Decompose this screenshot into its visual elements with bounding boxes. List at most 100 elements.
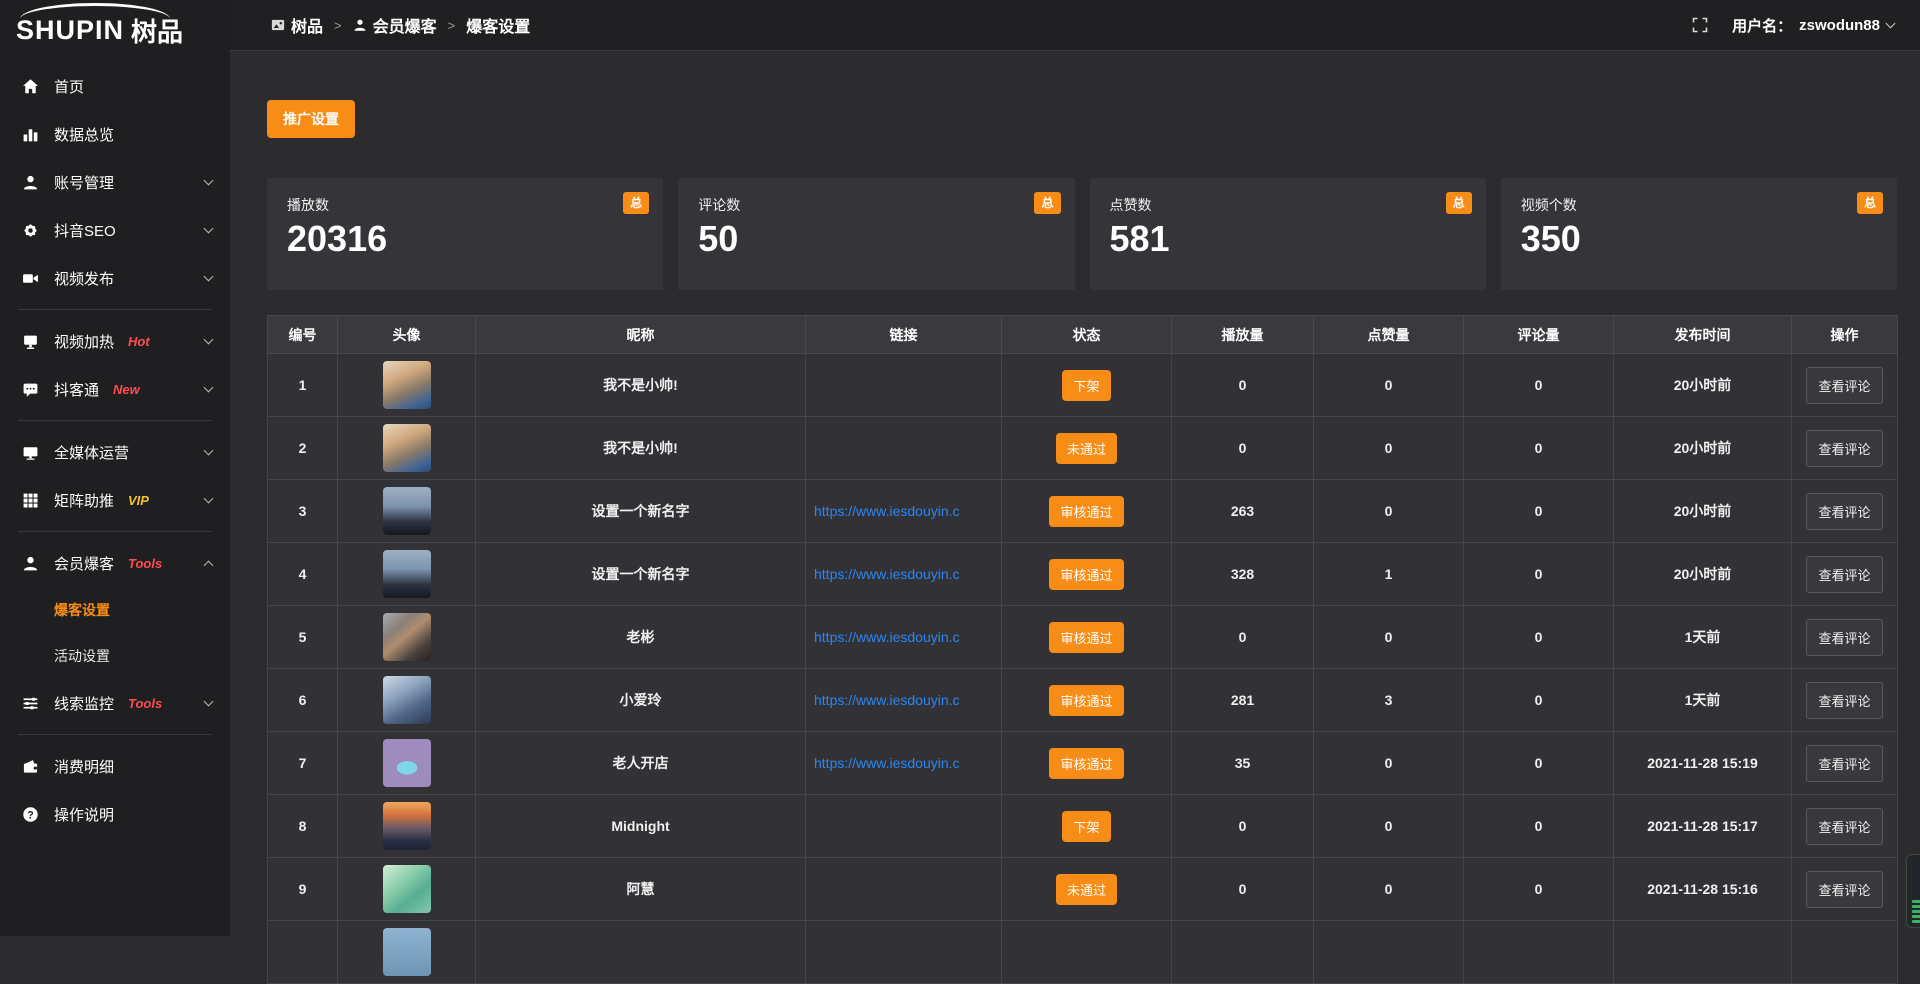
cell-id: 3	[268, 480, 338, 543]
stat-label: 点赞数	[1110, 195, 1466, 215]
status-badge: 审核通过	[1049, 748, 1123, 779]
profile-link[interactable]: https://www.iesdouyin.c	[814, 629, 999, 645]
sidebar-menu: 首页数据总览账号管理抖音SEO视频发布视频加热Hot抖客通New全媒体运营矩阵助…	[0, 52, 230, 838]
cell-comments: 0	[1464, 858, 1614, 921]
fullscreen-icon[interactable]	[1692, 17, 1708, 33]
column-header-点赞量: 点赞量	[1314, 316, 1464, 354]
view-comments-button[interactable]: 查看评论	[1806, 871, 1882, 908]
sidebar-item-label: 矩阵助推	[54, 490, 114, 511]
sidebar-item-线索监控[interactable]: 线索监控Tools	[0, 679, 230, 727]
sidebar-subitem-爆客设置[interactable]: 爆客设置	[0, 587, 230, 633]
wallet-icon	[22, 758, 39, 775]
sidebar-item-会员爆客[interactable]: 会员爆客Tools	[0, 539, 230, 587]
cell-likes: 0	[1314, 480, 1464, 543]
sidebar-item-抖音SEO[interactable]: 抖音SEO	[0, 206, 230, 254]
breadcrumb-item-爆客设置: 爆客设置	[466, 13, 530, 37]
stat-label: 播放数	[287, 195, 643, 215]
profile-link[interactable]: https://www.iesdouyin.c	[814, 755, 999, 771]
stat-card-视频个数: 视频个数350总	[1501, 178, 1897, 290]
screen-hot-icon	[22, 333, 39, 350]
cell-plays: 0	[1172, 606, 1314, 669]
cell-action: 查看评论	[1792, 417, 1898, 480]
cell-link: https://www.iesdouyin.c	[806, 480, 1002, 543]
sidebar-item-视频加热[interactable]: 视频加热 Hot	[0, 317, 230, 365]
view-comments-button[interactable]: 查看评论	[1806, 745, 1882, 782]
breadcrumb-item-会员爆客[interactable]: 会员爆客	[353, 13, 437, 37]
cell-nickname: 我不是小帅!	[476, 354, 806, 417]
sidebar-item-label: 视频加热	[54, 331, 114, 352]
status-badge: 审核通过	[1049, 559, 1123, 590]
stat-total-badge: 总	[1446, 192, 1472, 214]
chevron-down-icon	[204, 335, 214, 345]
table-row: 5老彬https://www.iesdouyin.c审核通过0001天前查看评论	[268, 606, 1898, 669]
sidebar-item-label: 首页	[54, 76, 84, 97]
topbar: 树品>会员爆客>爆客设置 用户名：zswodun88	[230, 0, 1920, 51]
profile-link[interactable]: https://www.iesdouyin.c	[814, 566, 999, 582]
table-row: 7老人开店https://www.iesdouyin.c审核通过35002021…	[268, 732, 1898, 795]
column-header-播放量: 播放量	[1172, 316, 1314, 354]
sidebar: SHUPIN 树品 首页数据总览账号管理抖音SEO视频发布视频加热 Hot 抖客通N…	[0, 0, 230, 936]
signal-bar	[1912, 915, 1920, 918]
cell-action: 查看评论	[1792, 858, 1898, 921]
sidebar-item-矩阵助推[interactable]: 矩阵助推VIP	[0, 476, 230, 524]
accounts-table: 编号头像昵称链接状态播放量点赞量评论量发布时间操作 1我不是小帅!下架00020…	[267, 315, 1898, 984]
signal-bar	[1912, 920, 1920, 923]
cell-nickname: 设置一个新名字	[476, 543, 806, 606]
menu-divider	[18, 734, 212, 735]
sidebar-item-视频发布[interactable]: 视频发布	[0, 254, 230, 302]
cell-action: 查看评论	[1792, 606, 1898, 669]
cell-time: 2021-11-28 15:17	[1614, 795, 1792, 858]
view-comments-button[interactable]: 查看评论	[1806, 808, 1882, 845]
view-comments-button[interactable]: 查看评论	[1806, 430, 1882, 467]
profile-link[interactable]: https://www.iesdouyin.c	[814, 692, 999, 708]
cell-link	[806, 354, 1002, 417]
breadcrumb-separator: >	[334, 18, 342, 33]
sidebar-item-label: 操作说明	[54, 804, 114, 825]
video-camera-icon	[22, 270, 39, 287]
view-comments-button[interactable]: 查看评论	[1806, 556, 1882, 593]
cell-plays: 0	[1172, 417, 1314, 480]
breadcrumb-item-树品[interactable]: 树品	[271, 13, 323, 37]
cell-comments: 0	[1464, 480, 1614, 543]
sidebar-subitem-活动设置[interactable]: 活动设置	[0, 633, 230, 679]
chevron-down-icon	[204, 383, 214, 393]
cell-id: 2	[268, 417, 338, 480]
member-icon	[22, 555, 39, 572]
floating-widget[interactable]	[1906, 854, 1920, 928]
stat-value: 20316	[287, 218, 643, 260]
sidebar-item-账号管理[interactable]: 账号管理	[0, 158, 230, 206]
sidebar-item-抖客通[interactable]: 抖客通New	[0, 365, 230, 413]
sidebar-item-全媒体运营[interactable]: 全媒体运营	[0, 428, 230, 476]
cell-avatar	[338, 858, 476, 921]
cell-likes: 3	[1314, 669, 1464, 732]
topbar-right: 用户名：zswodun88	[1692, 15, 1894, 36]
cell-action: 查看评论	[1792, 669, 1898, 732]
cell-status	[1002, 921, 1172, 984]
view-comments-button[interactable]: 查看评论	[1806, 367, 1882, 404]
view-comments-button[interactable]: 查看评论	[1806, 682, 1882, 719]
status-badge: 下架	[1062, 370, 1110, 401]
sidebar-item-tag: Hot	[128, 334, 150, 349]
sidebar-item-操作说明[interactable]: ?操作说明	[0, 790, 230, 838]
grid-icon	[22, 492, 39, 509]
sidebar-item-label: 线索监控	[54, 693, 114, 714]
user-menu[interactable]: 用户名：zswodun88	[1732, 15, 1894, 36]
sidebar-item-首页[interactable]: 首页	[0, 62, 230, 110]
view-comments-button[interactable]: 查看评论	[1806, 493, 1882, 530]
stat-card-评论数: 评论数50总	[678, 178, 1074, 290]
sidebar-item-label: 消费明细	[54, 756, 114, 777]
cell-status: 未通过	[1002, 858, 1172, 921]
status-badge: 下架	[1062, 811, 1110, 842]
status-badge: 审核通过	[1049, 685, 1123, 716]
avatar	[383, 676, 431, 724]
sidebar-item-消费明细[interactable]: 消费明细	[0, 742, 230, 790]
cell-id: 8	[268, 795, 338, 858]
table-row	[268, 921, 1898, 984]
promo-settings-button[interactable]: 推广设置	[267, 100, 355, 138]
view-comments-button[interactable]: 查看评论	[1806, 619, 1882, 656]
sidebar-item-数据总览[interactable]: 数据总览	[0, 110, 230, 158]
chevron-down-icon	[204, 272, 214, 282]
chevron-down-icon	[204, 494, 214, 504]
profile-link[interactable]: https://www.iesdouyin.c	[814, 503, 999, 519]
brand-logo[interactable]: SHUPIN 树品	[0, 0, 230, 52]
